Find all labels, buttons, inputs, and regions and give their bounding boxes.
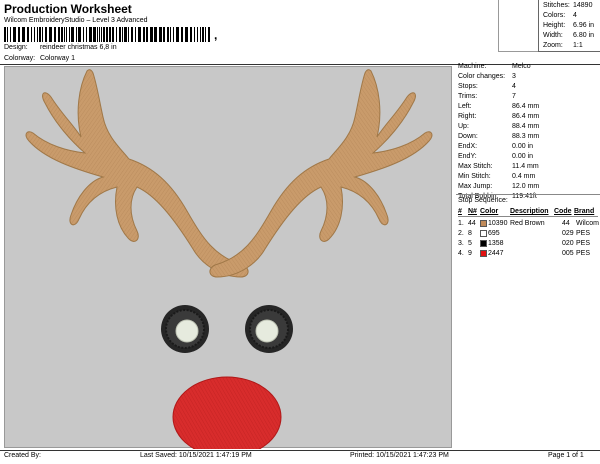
- summary-zoom: Zoom: 1:1: [543, 42, 583, 49]
- info-right: Right: 86.4 mm: [458, 113, 540, 120]
- software-subtitle: Wilcom EmbroideryStudio – Level 3 Advanc…: [4, 17, 148, 24]
- left-eye: [161, 305, 209, 353]
- row-needle: 44: [468, 220, 476, 227]
- row-brand: PES: [576, 230, 591, 237]
- row-stitches: 695: [488, 230, 500, 237]
- design-value: reindeer christmas 6,8 in: [39, 44, 117, 51]
- logo-placeholder: [498, 0, 538, 52]
- row-seq: 1.: [458, 220, 464, 227]
- summary-width: Width: 6.80 in: [543, 32, 595, 39]
- row-brand: PES: [576, 250, 591, 257]
- created-by: Created By:: [4, 452, 41, 459]
- worksheet-page: Production Worksheet Wilcom EmbroiderySt…: [0, 0, 600, 464]
- printed-date: Printed: 10/15/2021 1:47:23 PM: [350, 452, 449, 459]
- info-max-jump: Max Jump: 12.0 mm: [458, 183, 540, 190]
- col-brand: Brand: [574, 208, 595, 215]
- info-left: Left: 86.4 mm: [458, 103, 540, 110]
- right-antler: [209, 69, 433, 278]
- info-color-changes: Color changes: 3: [458, 73, 516, 80]
- col-code: Code: [554, 208, 572, 215]
- info-machine: Machine: Melco: [458, 63, 531, 70]
- stop-sequence-label: Stop Sequence:: [458, 197, 508, 204]
- info-up: Up: 88.4 mm: [458, 123, 540, 130]
- col-color: Color: [480, 208, 499, 215]
- row-stitches: 2447: [488, 250, 504, 257]
- row-description: Red Brown: [510, 220, 545, 227]
- row-needle: 5: [468, 240, 472, 247]
- left-antler: [25, 69, 249, 278]
- reindeer-artwork: [25, 69, 433, 449]
- row-brand: PES: [576, 240, 591, 247]
- colorway-row: Colorway: Colorway 1: [4, 55, 75, 62]
- colorway-label: Colorway:: [4, 55, 36, 62]
- row-code: 44: [562, 220, 570, 227]
- color-swatch: [480, 230, 487, 237]
- info-endx: EndX: 0.00 in: [458, 143, 534, 150]
- colorway-value: Colorway 1: [39, 55, 75, 62]
- summary-colors: Colors: 4: [543, 12, 577, 19]
- right-eye: [245, 305, 293, 353]
- row-stitches: 10390: [488, 220, 508, 227]
- design-canvas: [4, 66, 452, 449]
- row-code: 005: [562, 250, 574, 257]
- info-trims: Trims: 7: [458, 93, 516, 100]
- row-needle: 8: [468, 230, 472, 237]
- row-brand: Wilcom: [576, 220, 599, 227]
- color-swatch: [480, 250, 487, 257]
- footer-divider: [0, 450, 600, 451]
- info-max-stitch: Max Stitch: 11.4 mm: [458, 163, 539, 170]
- barcode-tail: ,: [214, 28, 218, 42]
- design-row: Design: reindeer christmas 6,8 in: [4, 44, 117, 51]
- col-needle: N#: [468, 208, 477, 215]
- col-description: Description: [510, 208, 549, 215]
- info-endy: EndY: 0.00 in: [458, 153, 534, 160]
- machine-info-panel: Machine: Melco Color changes: 3 Stops: 4 Tr…: [456, 63, 600, 448]
- color-swatch: [480, 220, 487, 227]
- table-header-rule: [458, 216, 598, 217]
- info-down: Down: 88.3 mm: [458, 133, 540, 140]
- row-seq: 2.: [458, 230, 464, 237]
- info-divider: [456, 194, 600, 195]
- row-code: 029: [562, 230, 574, 237]
- row-needle: 9: [468, 250, 472, 257]
- nose: [172, 376, 282, 449]
- info-min-stitch: Min Stitch: 0.4 mm: [458, 173, 536, 180]
- row-stitches: 1358: [488, 240, 504, 247]
- info-stops: Stops: 4: [458, 83, 516, 90]
- color-swatch: [480, 240, 487, 247]
- summary-box: Stitches: 14890 Colors: 4 Height: 6.96 in W…: [538, 0, 600, 52]
- row-seq: 3.: [458, 240, 464, 247]
- page-number: Page 1 of 1: [548, 452, 584, 459]
- barcode: [4, 27, 210, 42]
- col-seq: #: [458, 208, 462, 215]
- last-saved: Last Saved: 10/15/2021 1:47:19 PM: [140, 452, 252, 459]
- page-title: Production Worksheet: [4, 2, 132, 16]
- row-code: 020: [562, 240, 574, 247]
- row-seq: 4.: [458, 250, 464, 257]
- design-label: Design:: [4, 44, 28, 51]
- summary-height: Height: 6.96 in: [543, 22, 595, 29]
- summary-stitches: Stitches: 14890: [543, 2, 593, 9]
